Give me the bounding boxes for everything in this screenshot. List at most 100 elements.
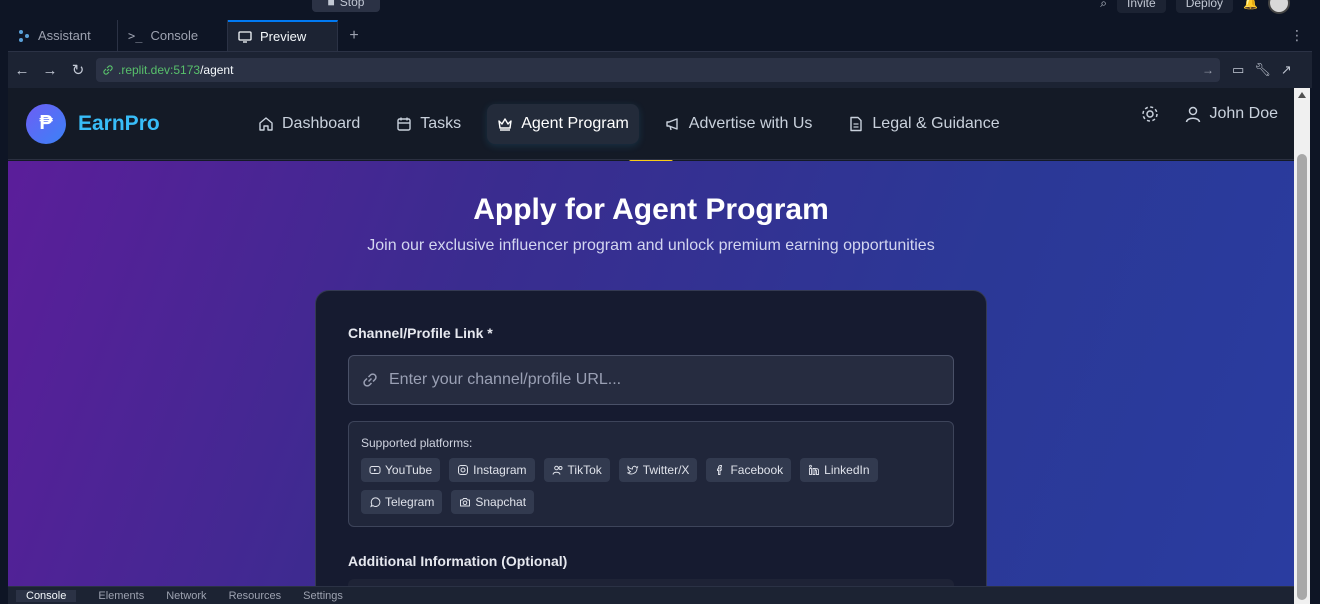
platform-chip: Telegram <box>361 490 443 514</box>
logo[interactable]: ₱ <box>26 103 66 144</box>
platform-chip: Instagram <box>449 458 535 482</box>
devtools-tab-resources[interactable]: Resources <box>229 590 282 602</box>
arrow-left-icon: ← <box>14 61 30 79</box>
youtube-icon <box>369 466 381 474</box>
additional-info-input[interactable] <box>348 579 954 586</box>
left-rail <box>0 20 8 604</box>
nav-agent-program[interactable]: Agent Program <box>487 104 639 144</box>
facebook-icon <box>717 465 723 475</box>
bell-icon[interactable]: 🔔 <box>1243 0 1258 10</box>
workspace-tabbar: Assistant >_ Console Preview + ⋮ <box>8 20 1312 52</box>
platform-chip: Facebook <box>706 458 792 482</box>
stop-button[interactable]: ■ Stop <box>312 0 380 12</box>
page-subtitle: Join our exclusive influencer program an… <box>367 237 935 254</box>
reload-button[interactable]: ↻ <box>64 61 92 79</box>
chip-label: Instagram <box>473 463 527 477</box>
terminal-icon: >_ <box>128 28 143 43</box>
plus-icon: + <box>349 26 359 44</box>
top-actions: ⌕ Invite Deploy 🔔 <box>1100 0 1290 14</box>
kebab-icon: ⋮ <box>1290 27 1304 43</box>
tab-label: Console <box>150 28 199 43</box>
chip-label: Snapchat <box>475 495 527 509</box>
chip-label: Telegram <box>385 495 435 509</box>
nav-right: John Doe <box>1140 104 1279 124</box>
platform-chip: YouTube <box>361 458 441 482</box>
monitor-icon <box>238 30 252 43</box>
supported-platforms: Supported platforms: YouTube Instagram T… <box>348 421 954 527</box>
megaphone-icon <box>666 118 678 131</box>
platform-chips: YouTube Instagram TikTok Twitter/X Faceb… <box>361 458 881 514</box>
nav-tasks[interactable]: Tasks <box>386 104 471 144</box>
add-tab-button[interactable]: + <box>338 20 370 51</box>
back-button[interactable]: ← <box>8 62 36 79</box>
chip-label: YouTube <box>385 463 433 477</box>
search-icon[interactable]: ⌕ <box>1100 0 1107 11</box>
channel-link-placeholder: Enter your channel/profile URL... <box>389 371 622 388</box>
hero-section: Apply for Agent Program Join our exclusi… <box>8 161 1294 586</box>
devtools-tab-network[interactable]: Network <box>166 590 206 602</box>
link-icon <box>363 373 377 387</box>
user-icon <box>1185 106 1200 123</box>
devices-icon[interactable]: ▭ <box>1232 62 1244 78</box>
tab-label: Preview <box>260 29 307 44</box>
users-icon <box>552 465 563 475</box>
tab-console[interactable]: >_ Console <box>118 20 228 51</box>
instagram-icon <box>458 465 469 475</box>
deploy-button[interactable]: Deploy <box>1175 0 1234 13</box>
crown-icon <box>498 118 512 131</box>
preview-scrollbar[interactable] <box>1294 88 1310 604</box>
devtools-tab-console[interactable]: Console <box>16 589 77 602</box>
chip-label: Facebook <box>730 463 784 477</box>
user-name: John Doe <box>1209 105 1279 122</box>
external-link-icon[interactable]: ↗ <box>1281 62 1292 78</box>
wrench-icon[interactable]: 🔧︎ <box>1254 62 1271 78</box>
more-options-button[interactable]: ⋮ <box>1282 20 1312 51</box>
platforms-title: Supported platforms: <box>361 436 473 450</box>
user-menu[interactable]: John Doe <box>1184 105 1279 123</box>
gear-icon[interactable] <box>1140 104 1160 124</box>
nav-dashboard[interactable]: Dashboard <box>248 104 370 144</box>
additional-info-label: Additional Information (Optional) <box>348 553 568 569</box>
assistant-icon <box>19 29 29 42</box>
arrow-right-icon: → <box>42 61 58 79</box>
main-nav: Dashboard Tasks Agent Program Advertise … <box>248 104 1010 144</box>
link-icon <box>103 65 113 75</box>
nav-label: Dashboard <box>282 115 361 132</box>
url-host: .replit.dev:5173 <box>118 63 201 77</box>
url-path: /agent <box>200 63 234 77</box>
calendar-icon <box>397 117 411 131</box>
scroll-up-arrow-icon[interactable] <box>1298 92 1306 98</box>
brand-name[interactable]: EarnPro <box>78 112 160 136</box>
channel-link-input[interactable]: Enter your channel/profile URL... <box>348 355 954 405</box>
stop-label: Stop <box>339 0 365 9</box>
nav-label: Advertise with Us <box>688 115 813 132</box>
reload-icon: ↻ <box>71 62 85 79</box>
url-input[interactable]: .replit.dev:5173/agent → <box>96 58 1220 82</box>
devtools-tab-settings[interactable]: Settings <box>303 590 343 602</box>
tab-assistant[interactable]: Assistant <box>8 20 118 51</box>
chip-label: TikTok <box>567 463 602 477</box>
platform-chip: Twitter/X <box>618 458 698 482</box>
nav-label: Legal & Guidance <box>872 115 1000 132</box>
devtools-tab-elements[interactable]: Elements <box>98 590 144 602</box>
camera-icon <box>460 498 471 507</box>
top-strip: ■ Stop ⌕ Invite Deploy 🔔 <box>0 0 1320 18</box>
document-icon <box>850 116 863 132</box>
stop-icon: ■ <box>327 0 335 9</box>
message-circle-icon <box>370 497 381 508</box>
nav-legal[interactable]: Legal & Guidance <box>838 104 1009 144</box>
avatar[interactable] <box>1268 0 1290 14</box>
url-tools: ▭ 🔧︎ ↗ <box>1232 62 1292 78</box>
nav-label: Agent Program <box>521 115 629 132</box>
invite-button[interactable]: Invite <box>1117 0 1166 13</box>
page-title: Apply for Agent Program <box>473 193 829 226</box>
channel-link-label: Channel/Profile Link * <box>348 325 493 341</box>
scroll-thumb[interactable] <box>1297 154 1307 600</box>
nav-advertise[interactable]: Advertise with Us <box>655 104 823 144</box>
devtools-bar: Console Elements Network Resources Setti… <box>8 586 1294 604</box>
forward-button[interactable]: → <box>36 62 64 79</box>
linkedin-icon <box>809 464 820 475</box>
url-bar: ← → ↻ .replit.dev:5173/agent → ▭ 🔧︎ ↗ <box>8 52 1312 88</box>
go-arrow-icon[interactable]: → <box>1202 63 1214 77</box>
tab-preview[interactable]: Preview <box>228 20 338 51</box>
